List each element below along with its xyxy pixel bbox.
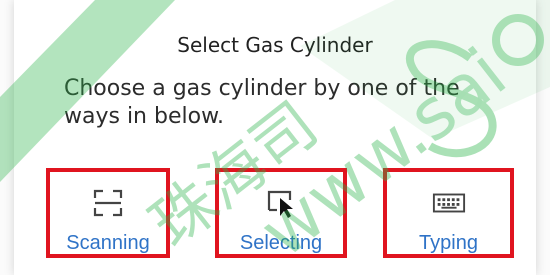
keyboard-icon	[432, 186, 466, 220]
scan-icon	[91, 186, 125, 220]
selecting-label: Selecting	[239, 232, 323, 254]
scanning-label: Scanning	[66, 232, 150, 254]
typing-label: Typing	[419, 232, 478, 254]
cursor-selection-icon	[264, 186, 298, 220]
scanning-button[interactable]: Scanning	[46, 168, 170, 258]
dialog-description: Choose a gas cylinder by one of the ways…	[64, 76, 460, 129]
selecting-button[interactable]: Selecting	[215, 168, 347, 258]
screen: Select Gas Cylinder Choose a gas cylinde…	[0, 0, 550, 275]
typing-button[interactable]: Typing	[383, 168, 514, 258]
dialog-title: Select Gas Cylinder	[177, 33, 373, 57]
select-gas-cylinder-dialog: Select Gas Cylinder Choose a gas cylinde…	[14, 0, 536, 275]
